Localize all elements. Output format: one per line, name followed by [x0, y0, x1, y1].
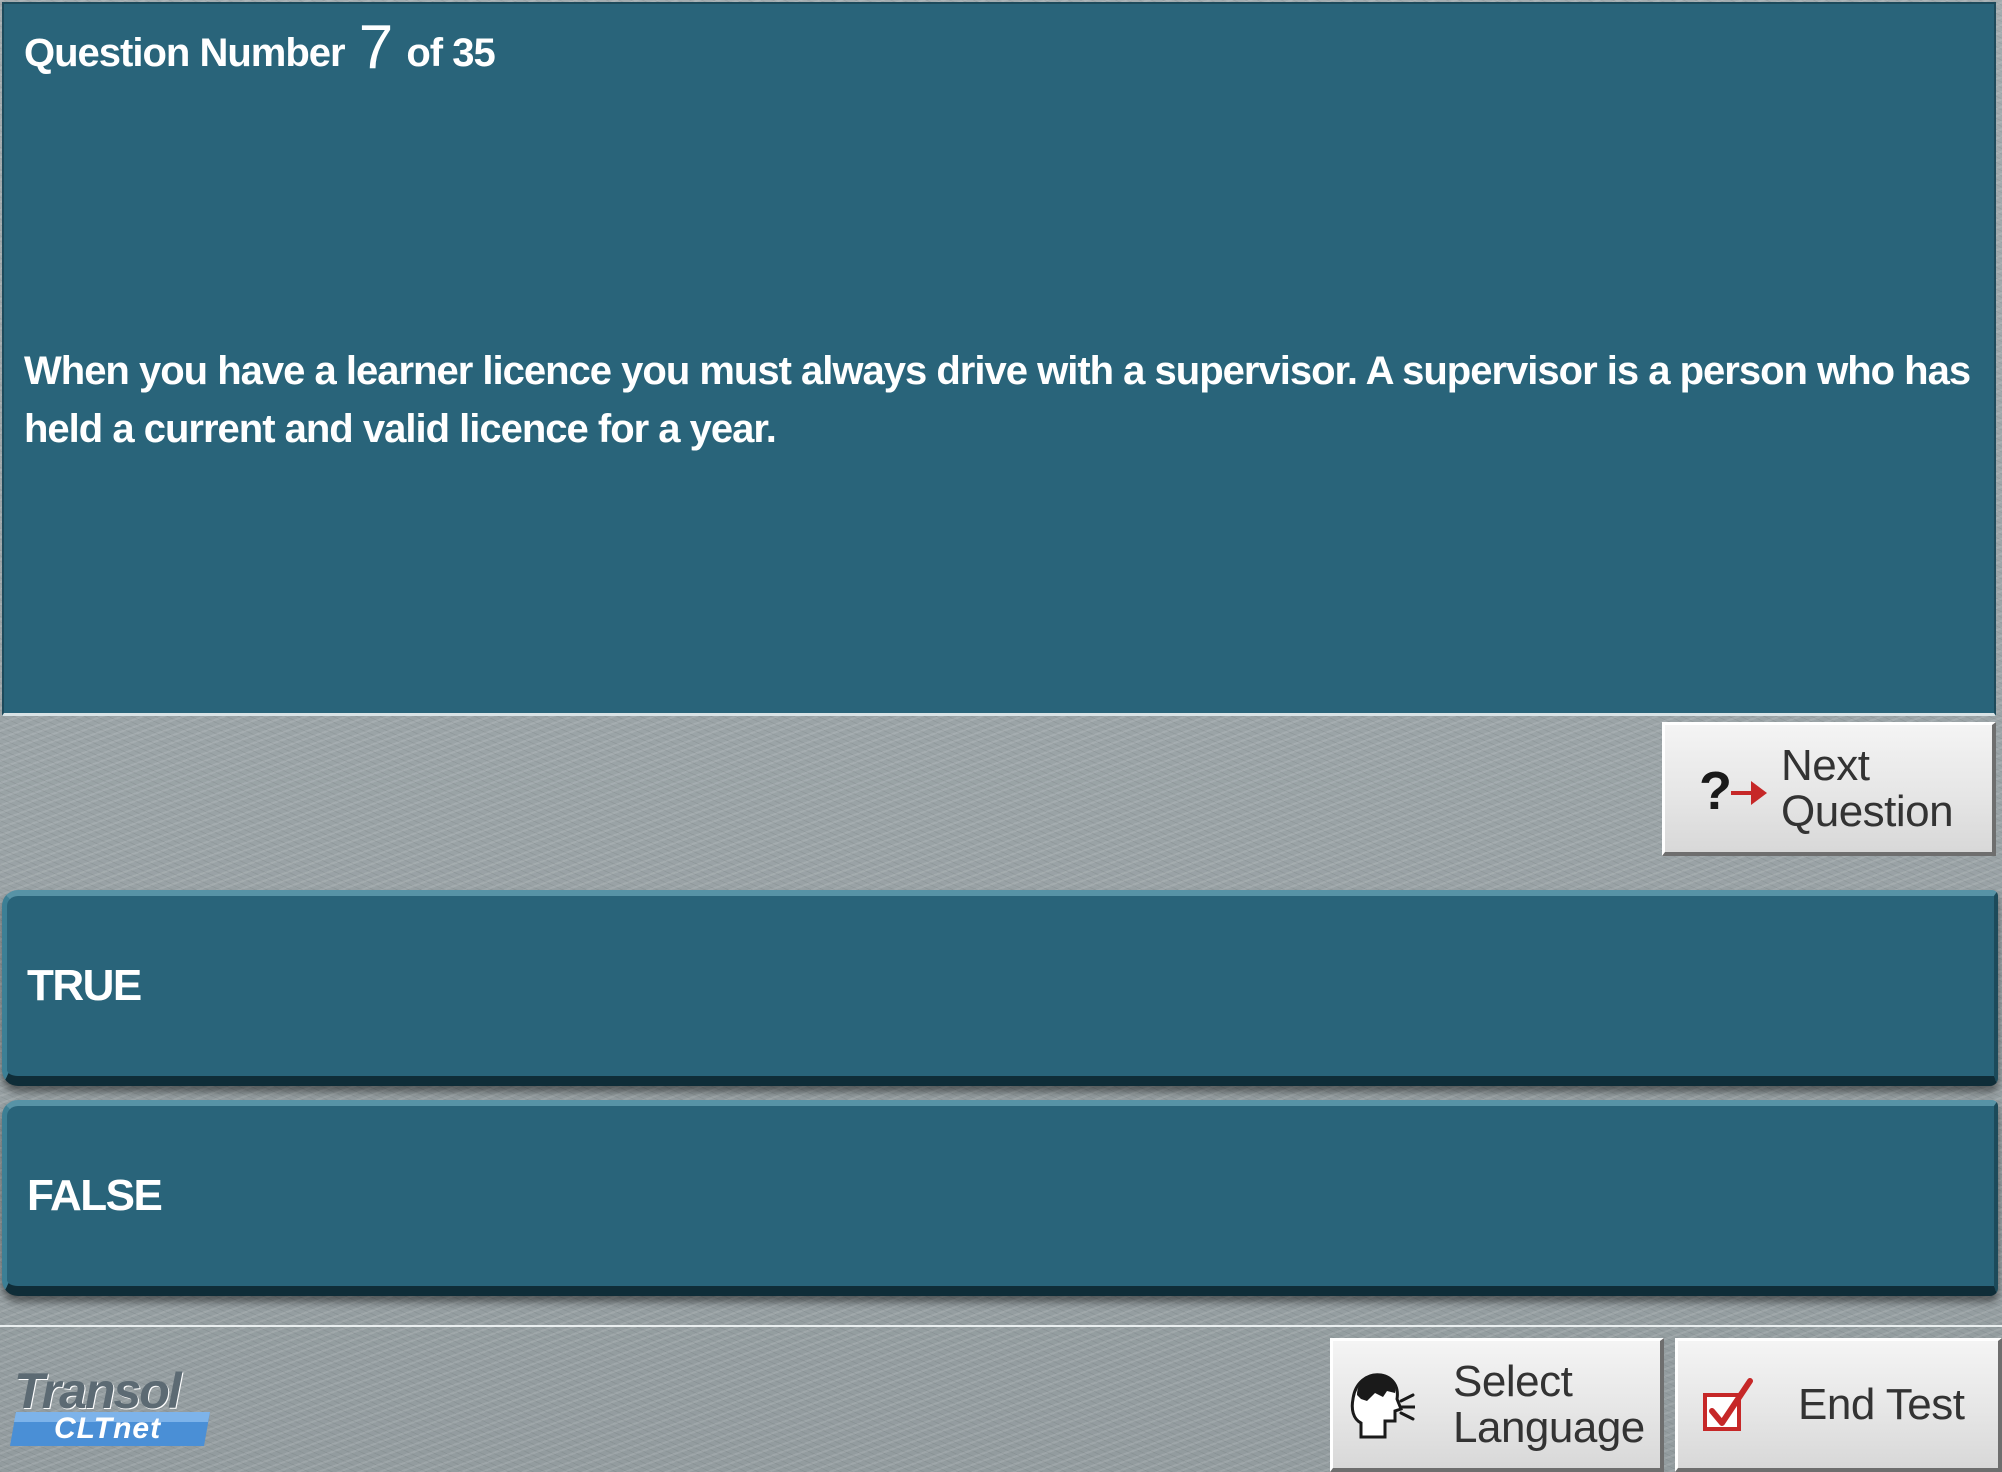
answer-option-false[interactable]: FALSE — [2, 1100, 1998, 1296]
next-question-label: Next Question — [1781, 740, 1954, 836]
answer-label: TRUE — [27, 961, 142, 1010]
svg-text:?: ? — [1699, 761, 1732, 819]
speaking-head-icon — [1350, 1372, 1415, 1438]
question-arrow-icon: ? — [1699, 761, 1767, 819]
next-question-button[interactable]: ? Next Question — [1662, 722, 1996, 856]
logo-sub-text: CLTnet — [54, 1412, 162, 1445]
question-counter-prefix: Question Number — [24, 31, 346, 75]
question-panel: Question Number 7 of 35 When you have a … — [2, 2, 1996, 716]
checkbox-check-icon — [1703, 1377, 1753, 1431]
select-language-label: Select Language — [1453, 1356, 1645, 1452]
end-test-button[interactable]: End Test — [1675, 1338, 2002, 1472]
select-language-button[interactable]: Select Language — [1330, 1338, 1664, 1472]
end-test-label: End Test — [1798, 1379, 1965, 1429]
question-counter-suffix: of 35 — [406, 31, 495, 75]
answer-option-true[interactable]: TRUE — [2, 890, 1998, 1086]
footer-divider — [0, 1325, 2002, 1327]
question-number: 7 — [358, 13, 393, 82]
transol-logo: Transol CLTnet — [10, 1362, 220, 1452]
question-counter: Question Number 7 of 35 — [24, 12, 496, 83]
answer-label: FALSE — [27, 1171, 163, 1220]
question-text: When you have a learner licence you must… — [24, 349, 1971, 451]
